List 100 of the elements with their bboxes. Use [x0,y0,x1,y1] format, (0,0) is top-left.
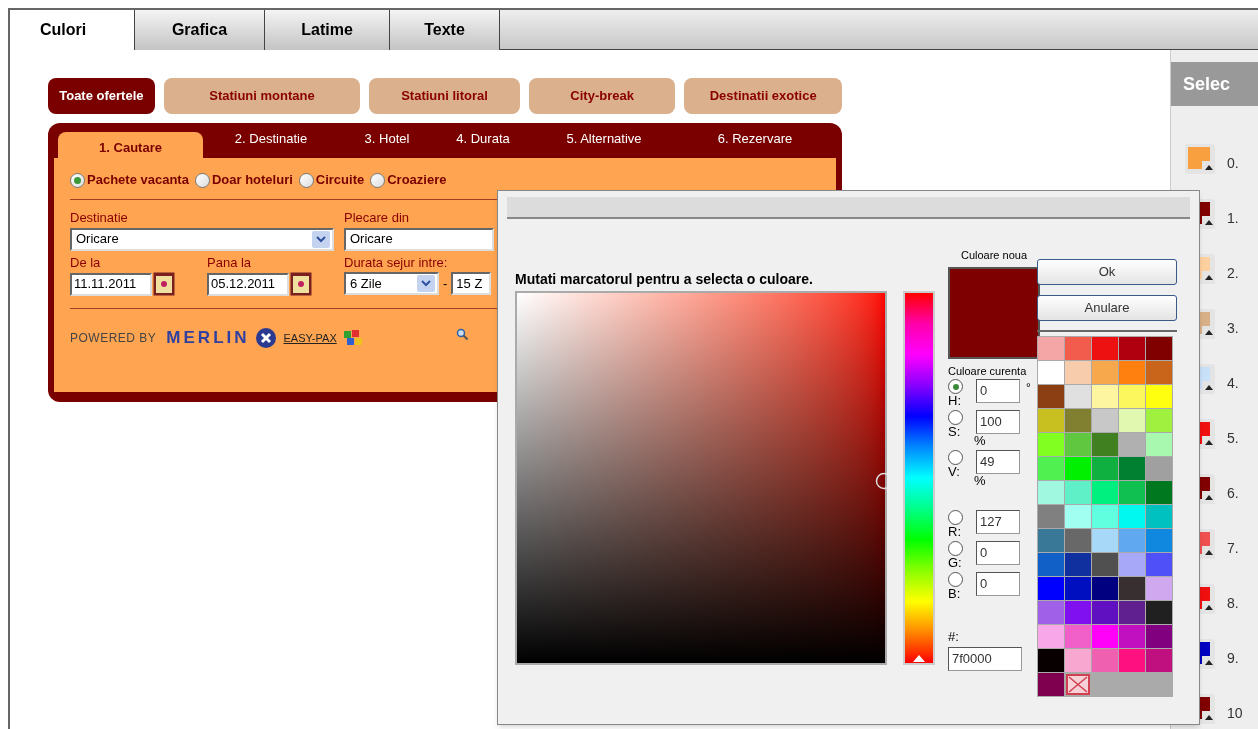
palette-swatch[interactable] [1092,481,1118,504]
palette-swatch[interactable] [1119,409,1145,432]
palette-swatch[interactable] [1146,577,1172,600]
calendar-icon[interactable] [153,272,175,296]
channel-input[interactable]: 127 [976,510,1020,534]
palette-swatch[interactable] [1092,625,1118,648]
palette-swatch[interactable] [1038,553,1064,576]
palette-swatch[interactable] [1146,529,1172,552]
date-input[interactable]: 11.11.2011 [70,272,152,296]
palette-swatch[interactable] [1092,553,1118,576]
palette-swatch[interactable] [1038,433,1064,456]
palette-swatch[interactable] [1092,457,1118,480]
palette-swatch[interactable] [1065,505,1091,528]
palette-swatch[interactable] [1092,385,1118,408]
palette-swatch[interactable] [1146,409,1172,432]
tab[interactable]: Culori [10,10,135,50]
palette-swatch[interactable] [1119,337,1145,360]
category-tab[interactable]: City-break [528,78,676,114]
step-tab[interactable]: 5. Alternative [531,127,677,158]
palette-swatch[interactable] [1119,625,1145,648]
palette-swatch[interactable] [1146,457,1172,480]
palette-swatch[interactable] [1119,505,1145,528]
palette-swatch[interactable] [1092,337,1118,360]
palette-swatch[interactable] [1065,361,1091,384]
palette-swatch[interactable] [1146,433,1172,456]
palette-swatch[interactable] [1065,385,1091,408]
palette-swatch[interactable] [1119,553,1145,576]
palette-swatch[interactable] [1119,481,1145,504]
palette-swatch[interactable] [1038,529,1064,552]
easy-pax-link[interactable]: EASY-PAX [283,329,337,346]
step-tab[interactable]: 2. Destinatie [203,127,339,158]
dropdown[interactable]: Oricare [344,227,494,251]
palette-swatch[interactable] [1092,601,1118,624]
palette-swatch[interactable] [1119,433,1145,456]
palette-swatch[interactable] [1119,385,1145,408]
radio-button[interactable] [370,172,386,188]
palette-swatch[interactable] [1065,649,1091,672]
dropdown[interactable]: Oricare [70,227,334,251]
palette-swatch[interactable] [1038,577,1064,600]
palette-swatch[interactable] [1119,361,1145,384]
channel-input[interactable]: 0 [976,572,1020,596]
category-tab[interactable]: Toate ofertele [48,78,155,114]
palette-swatch[interactable] [1119,649,1145,672]
hue-handle[interactable] [913,655,925,662]
palette-swatch[interactable] [1092,409,1118,432]
channel-input[interactable]: 49 [976,450,1020,474]
palette-swatch[interactable] [1065,433,1091,456]
radio-button[interactable] [70,172,85,188]
color-marker-icon[interactable] [875,472,887,490]
palette-swatch[interactable] [1119,601,1145,624]
palette-swatch[interactable] [1038,457,1064,480]
palette-swatch[interactable] [1146,649,1172,672]
step-tab[interactable]: 4. Durata [435,127,531,158]
palette-swatch[interactable] [1038,673,1064,696]
date-input[interactable]: 05.12.2011 [207,272,289,296]
dropdown[interactable]: 6 Zile [344,272,439,295]
palette-swatch[interactable] [1092,433,1118,456]
hex-input[interactable]: 7f0000 [948,646,1022,671]
palette-swatch[interactable] [1038,337,1064,360]
palette-swatch[interactable] [1146,337,1172,360]
category-tab[interactable]: Statiuni litoral [369,78,520,114]
palette-swatch[interactable] [1065,529,1091,552]
tab[interactable]: Grafica [135,10,265,50]
saturation-value-area[interactable] [515,291,887,665]
radio-button[interactable] [194,172,210,188]
palette-swatch[interactable] [1065,409,1091,432]
step-tab[interactable]: 3. Hotel [339,127,435,158]
palette-swatch[interactable] [1038,361,1064,384]
channel-input[interactable]: 0 [976,541,1020,565]
step-tab[interactable]: 1. Cautare [58,132,203,158]
step-tab[interactable]: 6. Rezervare [677,127,833,158]
radio-button[interactable] [948,450,963,465]
radio-button[interactable] [948,541,963,556]
radio-button[interactable] [298,172,314,188]
radio-button[interactable] [948,410,963,425]
category-tab[interactable]: Destinatii exotice [684,78,842,114]
palette-swatch[interactable] [1146,505,1172,528]
tab[interactable]: Texte [390,10,500,50]
calendar-icon[interactable] [290,272,312,296]
palette-swatch[interactable] [1065,553,1091,576]
palette-swatch[interactable] [1119,457,1145,480]
tab[interactable]: Latime [265,10,390,50]
radio-button[interactable] [948,379,963,394]
radio-button[interactable] [948,572,963,587]
palette-swatch[interactable] [1038,649,1064,672]
palette-swatch[interactable] [1065,625,1091,648]
palette-swatch[interactable] [1065,601,1091,624]
palette-swatch[interactable] [1146,625,1172,648]
no-color-icon[interactable] [1065,673,1091,696]
palette-swatch[interactable] [1065,481,1091,504]
palette-swatch[interactable] [1038,481,1064,504]
palette-swatch[interactable] [1146,361,1172,384]
palette-swatch[interactable] [1065,577,1091,600]
palette-swatch[interactable] [1092,361,1118,384]
palette-swatch[interactable] [1092,529,1118,552]
palette-swatch[interactable] [1092,505,1118,528]
palette-swatch[interactable] [1092,649,1118,672]
search-icon[interactable] [456,328,468,340]
dropdown[interactable]: 15 Z [451,272,492,295]
palette-swatch[interactable] [1038,625,1064,648]
